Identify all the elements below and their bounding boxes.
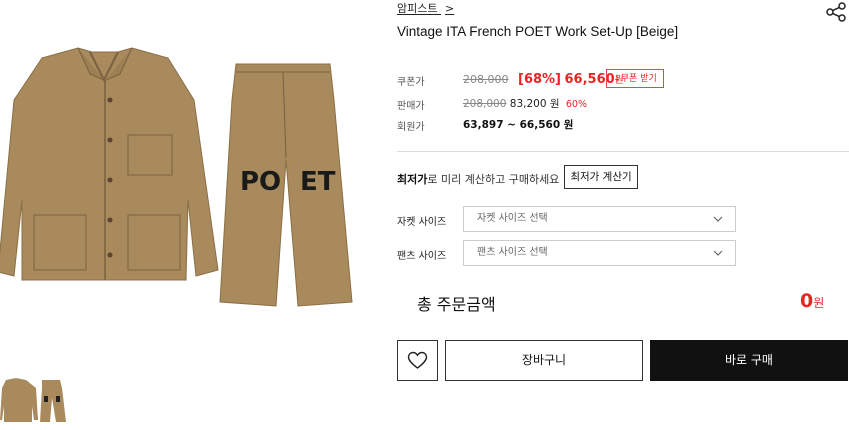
sale-discount-rate: 60% xyxy=(565,99,587,110)
pants-size-placeholder: 팬츠 사이즈 선택 xyxy=(477,247,548,258)
product-thumbnail[interactable] xyxy=(0,376,68,426)
sale-price-label: 판매가 xyxy=(397,101,425,112)
chevron-down-icon xyxy=(713,250,723,256)
share-icon xyxy=(826,2,846,22)
coupon-price-label: 쿠폰가 xyxy=(397,77,425,88)
sale-price-row: 208,000 83,200 원 60% xyxy=(463,96,587,111)
coupon-original-price: 208,000 xyxy=(463,73,509,86)
product-title: Vintage ITA French POET Work Set-Up [Bei… xyxy=(397,24,679,39)
share-button[interactable] xyxy=(825,2,847,22)
calc-desc-text: 로 미리 계산하고 구매하세요 xyxy=(427,173,560,186)
chevron-right-icon: > xyxy=(444,2,455,15)
print-letters-e: ET xyxy=(300,167,336,197)
download-coupon-button[interactable]: ↓쿠폰 받기 xyxy=(606,69,664,88)
sale-original-price: 208,000 xyxy=(463,98,507,110)
jacket-illustration xyxy=(0,47,219,281)
coupon-price-row: 208,000 [68%] 66,560원 xyxy=(463,71,624,87)
jacket-size-select[interactable]: 자켓 사이즈 선택 xyxy=(463,206,736,232)
total-amount-unit: 원 xyxy=(813,296,825,310)
chevron-down-icon xyxy=(713,216,723,222)
lowest-price-calc-text: 최저가로 미리 계산하고 구매하세요 xyxy=(397,171,559,187)
print-letters-p: PO xyxy=(240,167,281,197)
divider xyxy=(397,151,849,152)
pants-size-label: 팬츠 사이즈 xyxy=(397,251,447,262)
brand-name: 암피스트 xyxy=(397,2,438,15)
calc-bold-text: 최저가 xyxy=(397,173,428,186)
coupon-discount-rate: [68%] xyxy=(518,72,561,87)
jacket-size-label: 자켓 사이즈 xyxy=(397,217,447,228)
brand-link[interactable]: 암피스트 > xyxy=(397,0,454,16)
sale-price: 83,200 원 xyxy=(509,98,560,110)
add-to-cart-button[interactable]: 장바구니 xyxy=(445,340,643,381)
total-order-amount: 0원 xyxy=(800,290,824,312)
pants-illustration: PO ET xyxy=(219,63,353,307)
thumbnail-image xyxy=(0,378,66,422)
product-main-image: PO ET xyxy=(0,47,353,307)
pants-size-select[interactable]: 팬츠 사이즈 선택 xyxy=(463,240,736,266)
heart-icon xyxy=(407,351,428,369)
lowest-price-calculator-button[interactable]: 최저가 계산기 xyxy=(564,165,638,189)
total-order-label: 총 주문금액 xyxy=(417,295,496,314)
jacket-size-placeholder: 자켓 사이즈 선택 xyxy=(477,213,548,224)
member-price-label: 회원가 xyxy=(397,122,425,133)
total-amount-value: 0 xyxy=(800,290,814,312)
wishlist-button[interactable] xyxy=(397,340,438,381)
buy-now-button[interactable]: 바로 구매 xyxy=(650,340,848,381)
member-price: 63,897 ~ 66,560 원 xyxy=(463,119,574,131)
